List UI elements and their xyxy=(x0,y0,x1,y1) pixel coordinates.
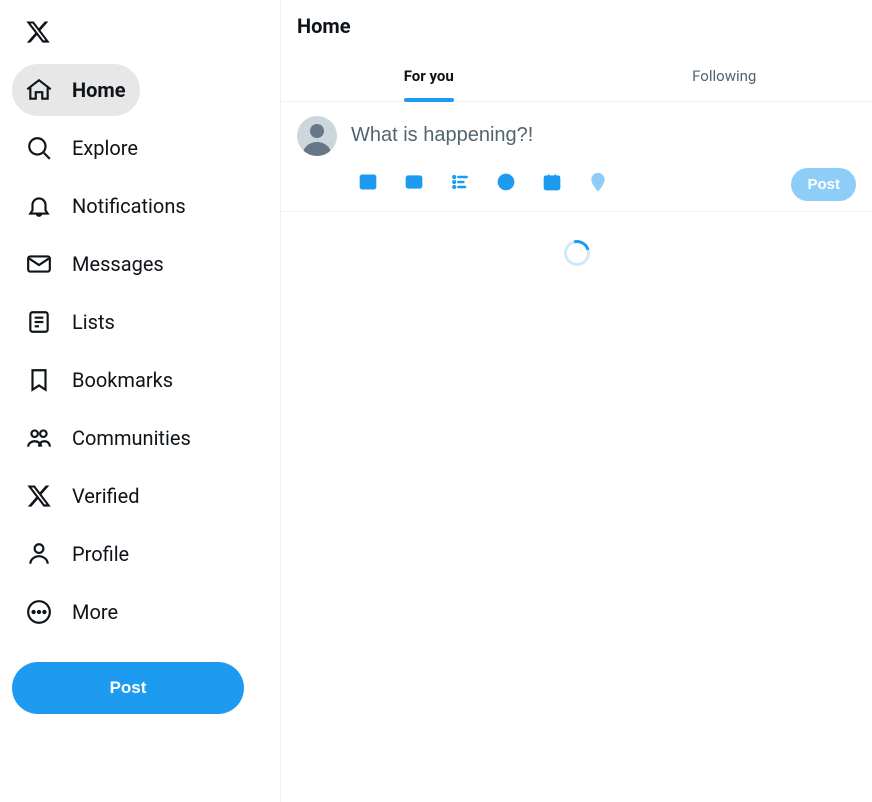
list-icon xyxy=(26,309,52,335)
tweet-composer: GIF Post xyxy=(281,102,872,212)
spinner-icon xyxy=(559,235,595,271)
sidebar: Home Explore Notifications Messages List… xyxy=(0,0,280,802)
gif-button[interactable]: GIF xyxy=(397,167,431,201)
tab-following[interactable]: Following xyxy=(577,48,872,101)
bell-icon xyxy=(26,193,52,219)
nav-explore[interactable]: Explore xyxy=(12,122,152,174)
tab-label: For you xyxy=(404,67,454,101)
composer-body: GIF Post xyxy=(351,116,856,201)
location-button[interactable] xyxy=(581,167,615,201)
bookmark-icon xyxy=(26,367,52,393)
poll-icon xyxy=(450,172,470,196)
nav-lists[interactable]: Lists xyxy=(12,296,129,348)
composer-actions: GIF Post xyxy=(351,167,856,201)
nav-communities[interactable]: Communities xyxy=(12,412,205,464)
nav-messages[interactable]: Messages xyxy=(12,238,178,290)
nav-bookmarks[interactable]: Bookmarks xyxy=(12,354,187,406)
avatar[interactable] xyxy=(297,116,337,156)
nav-label: Communities xyxy=(72,426,191,450)
nav-label: Explore xyxy=(72,136,138,160)
schedule-icon xyxy=(542,172,562,196)
nav-label: Bookmarks xyxy=(72,368,173,392)
tweet-input[interactable] xyxy=(351,116,856,167)
svg-text:GIF: GIF xyxy=(409,179,419,187)
sidebar-post-button[interactable]: Post xyxy=(12,662,244,714)
search-icon xyxy=(26,135,52,161)
more-circle-icon xyxy=(26,599,52,625)
home-icon xyxy=(26,77,52,103)
tab-label: Following xyxy=(692,67,756,101)
x-logo-icon xyxy=(26,483,52,509)
nav-profile[interactable]: Profile xyxy=(12,528,143,580)
logo-button[interactable] xyxy=(12,6,64,58)
poll-button[interactable] xyxy=(443,167,477,201)
composer-post-button[interactable]: Post xyxy=(791,168,856,201)
nav-label: Messages xyxy=(72,252,164,276)
timeline-tabs: For you Following xyxy=(281,48,872,102)
nav-label: Notifications xyxy=(72,194,186,218)
nav-label: Lists xyxy=(72,310,115,334)
nav-home[interactable]: Home xyxy=(12,64,140,116)
nav-label: Verified xyxy=(72,484,140,508)
gif-icon: GIF xyxy=(404,172,424,196)
tab-for-you[interactable]: For you xyxy=(281,48,577,101)
page-title: Home xyxy=(281,0,872,48)
x-logo-icon xyxy=(25,19,51,45)
person-icon xyxy=(26,541,52,567)
composer-toolbar: GIF xyxy=(351,167,615,201)
communities-icon xyxy=(26,425,52,451)
media-button[interactable] xyxy=(351,167,385,201)
location-icon xyxy=(588,172,608,196)
nav-label: Profile xyxy=(72,542,129,566)
image-icon xyxy=(358,172,378,196)
emoji-icon xyxy=(496,172,516,196)
nav-label: More xyxy=(72,600,118,624)
nav-more[interactable]: More xyxy=(12,586,132,638)
envelope-icon xyxy=(26,251,52,277)
nav-notifications[interactable]: Notifications xyxy=(12,180,200,232)
nav-label: Home xyxy=(72,78,126,102)
schedule-button[interactable] xyxy=(535,167,569,201)
timeline-loading xyxy=(281,212,872,266)
emoji-button[interactable] xyxy=(489,167,523,201)
main-column: Home For you Following GIF xyxy=(280,0,872,802)
nav-verified[interactable]: Verified xyxy=(12,470,154,522)
